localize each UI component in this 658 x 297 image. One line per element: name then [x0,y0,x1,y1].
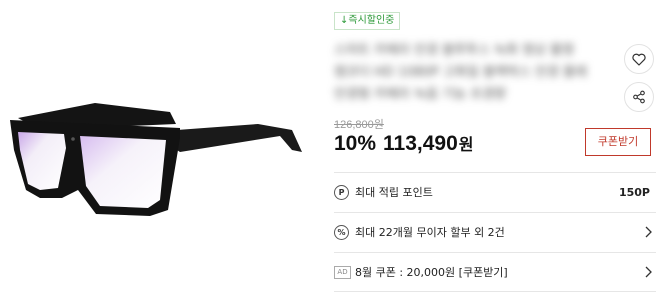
product-title-blurred: 스마트 카메라 안경 블루투스 녹화 영상 촬영 캠코더 HD 1080P 고화… [334,40,614,108]
benefit-coupon-row[interactable]: AD 8월 쿠폰 : 20,000원 [쿠폰받기] [334,252,656,292]
discount-rate: 10% [334,132,377,155]
title-line: 캠코더 HD 1080P 고화질 블랙박스 안경 몰래 [334,65,587,80]
points-value: 150P [618,185,650,199]
percent-icon: % [334,224,349,240]
heart-icon [632,53,646,66]
chevron-right-icon [645,226,652,238]
title-line: 스마트 카메라 안경 블루투스 녹화 영상 촬영 [334,43,575,58]
share-button[interactable] [624,82,654,112]
coupon-download-button[interactable]: 쿠폰받기 [585,128,651,156]
sale-price: 113,490 [383,132,458,155]
coupon-label: 8월 쿠폰 : 20,000원 [쿠폰받기] [355,266,508,279]
divider [334,291,656,292]
points-label: 최대 적립 포인트 [355,186,433,199]
benefit-installment-row[interactable]: % 최대 22개월 무이자 할부 외 2건 [334,212,656,252]
instant-discount-badge: ↓즉시할인중 [334,12,401,30]
currency-unit: 원 [458,137,474,154]
ad-tag: AD [334,265,351,279]
chevron-right-icon [645,266,652,278]
share-icon [633,90,645,104]
title-line: 안경형 카메라 녹음 기능 초경량 [334,87,507,102]
product-image-glasses [10,103,302,216]
benefit-points-row: P 최대 적립 포인트 150P [334,172,656,212]
like-button[interactable] [624,44,654,74]
installment-label: 최대 22개월 무이자 할부 외 2건 [355,226,505,239]
product-info-panel: ↓즉시할인중 스마트 카메라 안경 블루투스 녹화 영상 촬영 캠코더 HD 1… [334,0,658,297]
price-row: 10% 113,490 원 [334,131,474,159]
point-icon: P [334,184,349,200]
original-price: 126,800원 [334,119,384,131]
